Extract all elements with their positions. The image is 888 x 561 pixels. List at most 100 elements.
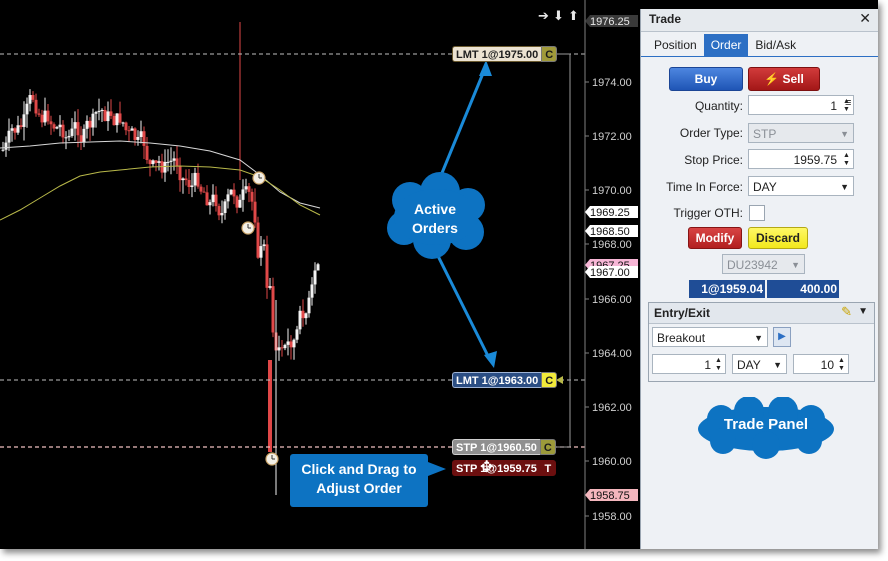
entry-offset-stepper[interactable]: ▲ ▼ <box>838 357 845 373</box>
candle-body <box>22 114 26 127</box>
close-icon[interactable]: ✕ <box>859 10 871 27</box>
axis-label: 1970.00 <box>592 185 632 197</box>
candle-body <box>130 128 134 131</box>
clock-icon[interactable] <box>252 171 266 185</box>
order-text: STP 1@1959.75 <box>452 460 540 476</box>
candle-body <box>187 180 191 188</box>
stop-price-stepper[interactable]: ▲ ▼ <box>843 152 850 168</box>
chevron-down-icon: ▼ <box>840 182 849 192</box>
candle-body <box>235 196 239 208</box>
candle-body <box>292 339 296 348</box>
order-text: LMT 1@1963.00 <box>452 372 542 388</box>
candle-body <box>106 111 110 122</box>
order-label-stp-drag[interactable]: STP 1@1959.75 T <box>452 460 556 476</box>
candle-body <box>196 172 200 187</box>
candle-body <box>67 135 71 138</box>
candle-body <box>223 201 227 213</box>
panel-titlebar: Trade ✕ <box>641 9 878 32</box>
candle-body <box>205 192 209 206</box>
order-summary-right: 400.00 <box>767 280 839 298</box>
candle-body <box>94 112 98 114</box>
candle-body <box>301 310 305 319</box>
tab-underline <box>641 56 878 57</box>
list-icon[interactable]: ≡ <box>845 97 851 109</box>
candle-body <box>226 194 230 202</box>
account-value: DU23942 <box>727 258 778 272</box>
strategy-select[interactable]: Breakout ▼ <box>652 327 768 347</box>
axis-label: 1960.00 <box>592 456 632 468</box>
candle-body <box>193 172 197 186</box>
candle-body <box>229 189 233 195</box>
account-select[interactable]: DU23942 ▼ <box>722 254 805 274</box>
entry-tif-select[interactable]: DAY ▼ <box>732 354 787 374</box>
tif-label: Time In Force: <box>666 180 743 194</box>
candle-body <box>121 122 125 124</box>
candle-body <box>232 189 236 197</box>
axis-label: 1966.00 <box>592 294 632 306</box>
axis-label: 1972.00 <box>592 131 632 143</box>
cancel-order-button[interactable]: C <box>539 439 556 455</box>
price-tag: 1969.25 <box>585 206 638 219</box>
stop-price-label: Stop Price: <box>684 153 743 167</box>
order-label-stp-active[interactable]: STP 1@1960.50 C <box>452 439 556 455</box>
chevron-down-icon: ▼ <box>773 360 782 370</box>
candle-body <box>286 341 290 345</box>
candle-body <box>52 124 56 129</box>
tif-select[interactable]: DAY ▼ <box>748 176 854 196</box>
trade-panel: Trade ✕ Position Order Bid/Ask Buy ⚡ Sel… <box>640 9 878 549</box>
candle-body <box>49 121 53 125</box>
candle-body <box>100 109 104 111</box>
candle-body <box>46 110 50 122</box>
discard-button[interactable]: Discard <box>748 227 808 249</box>
candle-body <box>250 191 254 202</box>
candle-body <box>127 130 131 132</box>
modify-button[interactable]: Modify <box>688 227 742 249</box>
entry-qty-stepper[interactable]: ▲ ▼ <box>715 357 722 373</box>
entry-qty-input[interactable]: 1 ▲ ▼ <box>652 354 726 374</box>
candle-body <box>40 114 44 123</box>
candle-body <box>157 161 161 163</box>
trigger-oth-checkbox[interactable] <box>749 205 765 221</box>
candle-body <box>283 344 287 349</box>
candle-body <box>163 161 167 173</box>
candle-body <box>82 128 86 143</box>
candle-body <box>19 125 23 127</box>
clock-icon[interactable] <box>265 452 279 466</box>
candle-body <box>55 127 59 129</box>
sell-button[interactable]: ⚡ Sell <box>748 67 820 91</box>
stop-price-input[interactable]: 1959.75 ▲ ▼ <box>748 149 854 169</box>
clock-icon[interactable] <box>241 221 255 235</box>
candle-body <box>31 95 35 100</box>
candle-body <box>280 347 284 349</box>
candle-body <box>313 270 317 285</box>
panel-tabs: Position Order Bid/Ask <box>647 34 803 56</box>
apply-strategy-button[interactable]: ▶ <box>773 327 791 347</box>
pencil-icon[interactable]: ✎ <box>841 304 852 320</box>
candle-body <box>88 120 92 128</box>
chevron-down-icon[interactable]: ▼ <box>858 306 868 317</box>
active-orders-callout: Active Orders <box>412 201 458 236</box>
order-type-select[interactable]: STP ▼ <box>748 123 854 143</box>
order-label-lmt-mid[interactable]: LMT 1@1963.00 C <box>452 372 558 388</box>
tab-bid-ask[interactable]: Bid/Ask <box>748 34 803 56</box>
candle-body <box>10 128 14 131</box>
candle-body <box>151 160 155 165</box>
candle-body <box>256 222 260 258</box>
candle-body <box>262 244 266 247</box>
candle-body <box>91 113 95 128</box>
tab-order[interactable]: Order <box>703 34 749 56</box>
cancel-order-button[interactable]: C <box>541 46 558 62</box>
buy-button[interactable]: Buy <box>669 67 743 91</box>
entry-offset-input[interactable]: 10 ▲ ▼ <box>793 354 849 374</box>
tif-value: DAY <box>753 180 777 194</box>
candle-body <box>115 113 119 126</box>
candle-body <box>241 189 245 200</box>
transmit-order-button[interactable]: T <box>539 460 556 476</box>
quantity-input[interactable]: 1 ▲ ▼ <box>748 95 854 115</box>
candle-body <box>310 284 314 298</box>
candle-body <box>316 264 320 271</box>
tab-position[interactable]: Position <box>647 34 704 56</box>
cancel-order-button[interactable]: C <box>541 372 558 388</box>
order-label-lmt-top[interactable]: LMT 1@1975.00 C <box>452 46 558 62</box>
candle-body <box>25 103 29 115</box>
